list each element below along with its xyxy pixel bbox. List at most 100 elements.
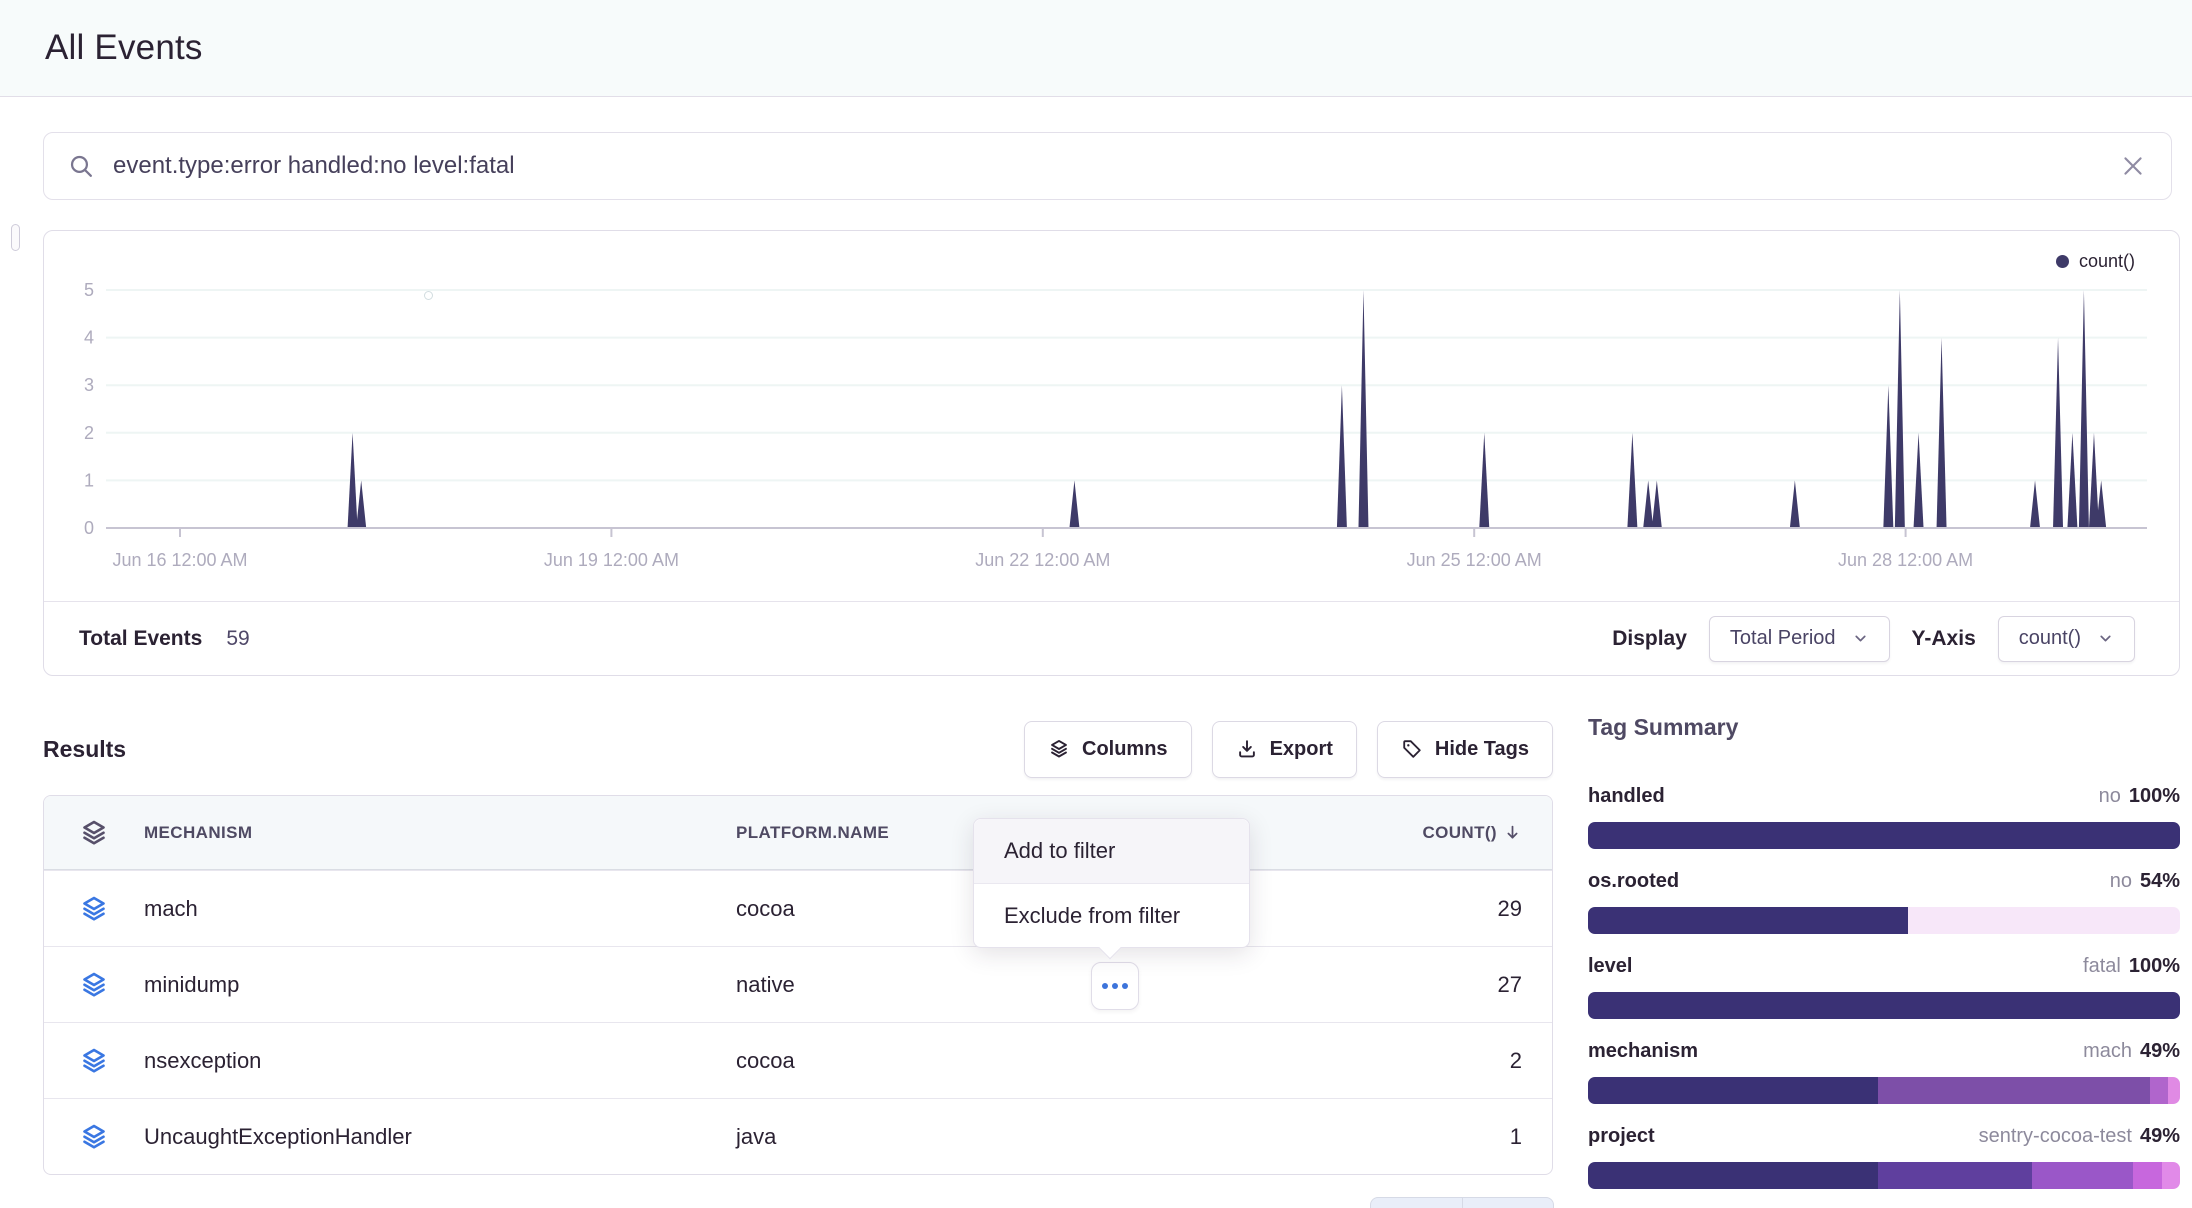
- legend-dot: [2056, 255, 2069, 268]
- cell-mechanism[interactable]: minidump: [144, 972, 736, 998]
- search-bar[interactable]: event.type:error handled:no level:fatal: [43, 132, 2172, 200]
- events-over-time-chart[interactable]: 012345Jun 16 12:00 AMJun 19 12:00 AMJun …: [44, 231, 2179, 603]
- tag-block-project: project sentry-cocoa-test 49%: [1588, 1125, 2180, 1189]
- tag-distribution-bar[interactable]: [1588, 992, 2180, 1019]
- cell-count[interactable]: 1: [1510, 1124, 1522, 1150]
- tag-distribution-bar[interactable]: [1588, 1077, 2180, 1104]
- tag-bar-segment[interactable]: [2168, 1077, 2180, 1104]
- cell-mechanism[interactable]: mach: [144, 896, 736, 922]
- tag-block-handled: handled no100%: [1588, 785, 2180, 849]
- tag-percent: 54%: [2140, 870, 2180, 892]
- yaxis-dropdown[interactable]: count(): [1998, 616, 2135, 662]
- layers-icon: [1048, 738, 1070, 760]
- pagination-previous-button[interactable]: [1371, 1198, 1462, 1208]
- table-row[interactable]: nsexception cocoa 2: [44, 1022, 1552, 1098]
- tag-bar-segment[interactable]: [1908, 907, 2180, 934]
- export-button-label: Export: [1270, 738, 1333, 761]
- display-dropdown[interactable]: Total Period: [1709, 616, 1890, 662]
- yaxis-label: Y-Axis: [1912, 627, 1976, 651]
- total-events-label: Total Events: [79, 627, 202, 651]
- tag-distribution-bar[interactable]: [1588, 1162, 2180, 1189]
- cell-count[interactable]: 27: [1498, 972, 1522, 998]
- stack-icon: [44, 1122, 144, 1152]
- cell-mechanism[interactable]: nsexception: [144, 1048, 736, 1074]
- chart-footer: Total Events 59 Display Total Period Y-A…: [44, 601, 2179, 675]
- pagination-next-button[interactable]: [1462, 1198, 1554, 1208]
- cell-platform[interactable]: cocoa: [736, 1048, 1332, 1074]
- sort-desc-icon: [1503, 823, 1522, 842]
- stack-icon: [44, 894, 144, 924]
- ellipsis-icon: [1102, 983, 1108, 989]
- tag-summary-heading: Tag Summary: [1588, 714, 2180, 741]
- hide-tags-button[interactable]: Hide Tags: [1377, 721, 1553, 778]
- display-dropdown-value: Total Period: [1730, 627, 1836, 650]
- stack-icon: [44, 1046, 144, 1076]
- tag-top-value: no: [2099, 785, 2121, 807]
- tag-distribution-bar[interactable]: [1588, 822, 2180, 849]
- tag-bar-segment[interactable]: [1588, 822, 2180, 849]
- table-row[interactable]: UncaughtExceptionHandler java 1: [44, 1098, 1552, 1174]
- tag-bar-segment[interactable]: [1878, 1077, 2150, 1104]
- events-chart-panel: 012345Jun 16 12:00 AMJun 19 12:00 AMJun …: [43, 230, 2180, 676]
- search-icon: [68, 153, 95, 180]
- chart-legend[interactable]: count(): [2056, 251, 2135, 272]
- svg-text:Jun 25 12:00 AM: Jun 25 12:00 AM: [1407, 550, 1542, 570]
- tag-bar-segment[interactable]: [2162, 1162, 2180, 1189]
- column-header-count[interactable]: COUNT(): [1332, 823, 1552, 843]
- svg-text:Jun 28 12:00 AM: Jun 28 12:00 AM: [1838, 550, 1973, 570]
- cell-actions-button[interactable]: [1091, 962, 1139, 1010]
- tag-top-value: sentry-cocoa-test: [1979, 1125, 2132, 1147]
- export-button[interactable]: Export: [1212, 721, 1357, 778]
- display-label: Display: [1612, 627, 1687, 651]
- svg-text:Jun 16 12:00 AM: Jun 16 12:00 AM: [112, 550, 247, 570]
- svg-text:5: 5: [84, 280, 94, 300]
- svg-text:1: 1: [84, 470, 94, 490]
- cell-count[interactable]: 29: [1498, 896, 1522, 922]
- tag-bar-segment[interactable]: [1878, 1162, 2032, 1189]
- row-select-icon[interactable]: [44, 818, 144, 848]
- menu-item-add-to-filter[interactable]: Add to filter: [974, 819, 1249, 883]
- cell-count[interactable]: 2: [1510, 1048, 1522, 1074]
- cell-platform[interactable]: java: [736, 1124, 1332, 1150]
- legend-label: count(): [2079, 251, 2135, 272]
- all-events-page: All Events event.type:error handled:no l…: [0, 0, 2192, 1208]
- svg-text:3: 3: [84, 375, 94, 395]
- tag-bar-segment[interactable]: [1588, 1077, 1878, 1104]
- tag-name: handled: [1588, 785, 1665, 808]
- tag-name: os.rooted: [1588, 870, 1679, 893]
- results-toolbar: Columns Export Hide Tags: [1024, 721, 1553, 778]
- chart-point-marker: [424, 291, 433, 300]
- column-header-mechanism[interactable]: MECHANISM: [144, 823, 736, 843]
- chevron-down-icon: [2097, 630, 2114, 647]
- results-header: Results Columns Export: [43, 718, 1553, 780]
- table-row[interactable]: mach cocoa 29: [44, 870, 1552, 946]
- tag-percent: 49%: [2140, 1125, 2180, 1147]
- svg-text:2: 2: [84, 423, 94, 443]
- total-events-value: 59: [226, 627, 249, 651]
- chevron-down-icon: [1852, 630, 1869, 647]
- tag-name: level: [1588, 955, 1632, 978]
- clear-search-icon[interactable]: [2119, 152, 2147, 180]
- tag-bar-segment[interactable]: [1588, 1162, 1878, 1189]
- cell-platform[interactable]: native: [736, 972, 1332, 998]
- columns-button[interactable]: Columns: [1024, 721, 1192, 778]
- page-header: All Events: [0, 0, 2192, 97]
- stack-icon: [44, 970, 144, 1000]
- table-header-row: MECHANISM PLATFORM.NAME COUNT(): [44, 796, 1552, 870]
- tag-percent: 49%: [2140, 1040, 2180, 1062]
- tag-bar-segment[interactable]: [1588, 907, 1908, 934]
- tag-bar-segment[interactable]: [2133, 1162, 2163, 1189]
- tag-name: project: [1588, 1125, 1655, 1148]
- cell-mechanism[interactable]: UncaughtExceptionHandler: [144, 1124, 736, 1150]
- resize-handle[interactable]: [11, 224, 20, 251]
- table-row[interactable]: minidump native 27: [44, 946, 1552, 1022]
- tag-bar-segment[interactable]: [2032, 1162, 2133, 1189]
- tag-top-value: fatal: [2083, 955, 2121, 977]
- pagination-buttons[interactable]: [1370, 1197, 1554, 1208]
- columns-button-label: Columns: [1082, 738, 1168, 761]
- tag-top-value: no: [2110, 870, 2132, 892]
- tag-bar-segment[interactable]: [2150, 1077, 2168, 1104]
- tag-bar-segment[interactable]: [1588, 992, 2180, 1019]
- tag-distribution-bar[interactable]: [1588, 907, 2180, 934]
- search-input[interactable]: event.type:error handled:no level:fatal: [113, 152, 2101, 180]
